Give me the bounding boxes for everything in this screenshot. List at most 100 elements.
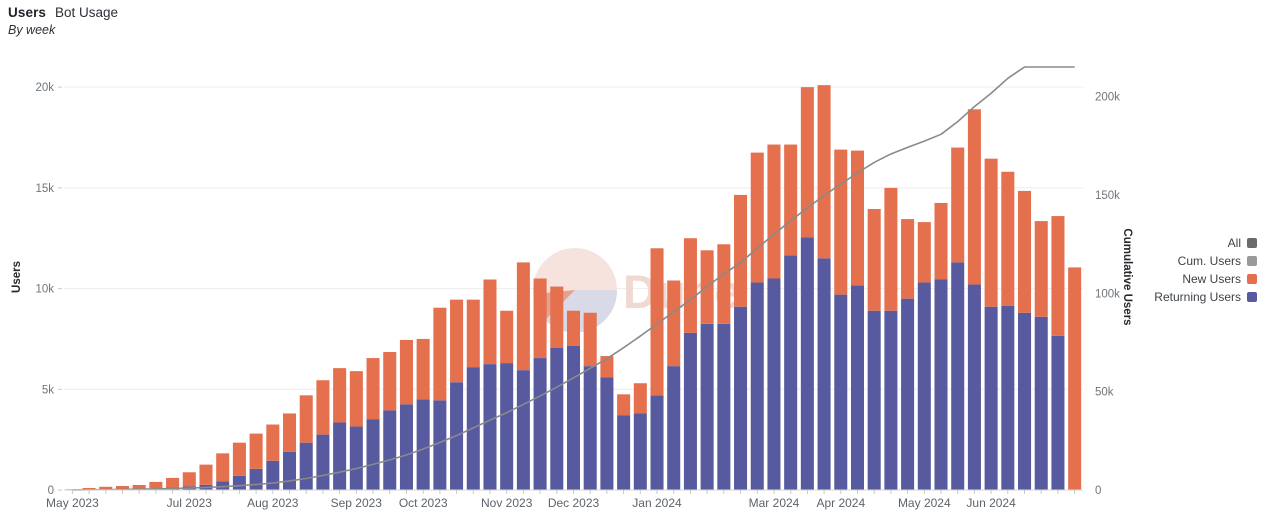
- bar-segment-returning[interactable]: [1018, 312, 1032, 490]
- bar-segment-returning[interactable]: [784, 255, 798, 490]
- bar-segment-returning[interactable]: [934, 279, 948, 490]
- bar-segment-returning[interactable]: [283, 451, 297, 490]
- bar-segment-returning[interactable]: [700, 323, 714, 490]
- bar-segment-new[interactable]: [333, 368, 347, 423]
- bar-segment-new[interactable]: [717, 244, 731, 324]
- bar-segment-returning[interactable]: [299, 442, 313, 490]
- bar-segment-new[interactable]: [917, 222, 931, 283]
- bar-segment-returning[interactable]: [984, 306, 998, 490]
- bar-segment-new[interactable]: [149, 481, 163, 489]
- bar-segment-returning[interactable]: [734, 306, 748, 490]
- bar-segment-returning[interactable]: [633, 413, 647, 490]
- bar-segment-new[interactable]: [867, 209, 881, 311]
- bar-segment-new[interactable]: [466, 299, 480, 368]
- bar-segment-new[interactable]: [984, 158, 998, 307]
- bar-segment-new[interactable]: [366, 358, 380, 420]
- bar-segment-returning[interactable]: [817, 258, 831, 490]
- bar-segment-returning[interactable]: [834, 294, 848, 490]
- bar-segment-returning[interactable]: [800, 237, 814, 490]
- bar-segment-returning[interactable]: [500, 363, 514, 490]
- bar-segment-new[interactable]: [283, 413, 297, 452]
- bar-segment-returning[interactable]: [767, 278, 781, 491]
- bar-segment-new[interactable]: [249, 433, 263, 469]
- bar-segment-new[interactable]: [1018, 190, 1032, 313]
- bar-segment-returning[interactable]: [717, 323, 731, 490]
- bar-segment-returning[interactable]: [232, 475, 246, 490]
- bar-segment-returning[interactable]: [533, 358, 547, 490]
- bar-segment-new[interactable]: [784, 144, 798, 256]
- bar-segment-returning[interactable]: [683, 332, 697, 490]
- bar-segment-returning[interactable]: [550, 347, 564, 490]
- bar-segment-returning[interactable]: [566, 345, 581, 490]
- bar-segment-new[interactable]: [1034, 221, 1048, 317]
- bar-segment-new[interactable]: [349, 371, 363, 427]
- bar-segment-new[interactable]: [734, 194, 748, 307]
- bar-segment-new[interactable]: [399, 339, 413, 405]
- bar-segment-new[interactable]: [750, 152, 764, 283]
- legend-cum-users[interactable]: Cum. Users: [1178, 254, 1257, 268]
- bar-segment-returning[interactable]: [383, 410, 397, 490]
- bar-segment-returning[interactable]: [917, 282, 931, 490]
- bar-segment-new[interactable]: [1001, 171, 1015, 306]
- bar-segment-new[interactable]: [299, 395, 313, 443]
- bar-segment-new[interactable]: [617, 394, 631, 416]
- bar-segment-new[interactable]: [583, 312, 597, 367]
- bar-segment-returning[interactable]: [266, 460, 280, 490]
- bar-segment-new[interactable]: [533, 278, 547, 359]
- bar-segment-returning[interactable]: [667, 366, 681, 490]
- bar-segment-returning[interactable]: [249, 468, 263, 490]
- bar-segment-new[interactable]: [266, 424, 280, 461]
- bar-segment-returning[interactable]: [867, 310, 881, 490]
- bar-segment-returning[interactable]: [967, 284, 981, 490]
- bar-segment-new[interactable]: [566, 310, 581, 346]
- bar-segment-new[interactable]: [901, 219, 915, 299]
- bar-segment-returning[interactable]: [399, 404, 413, 490]
- bar-segment-new[interactable]: [182, 472, 196, 487]
- bar-segment-new[interactable]: [500, 310, 514, 364]
- bar-segment-new[interactable]: [1051, 216, 1065, 336]
- bar-segment-returning[interactable]: [316, 434, 330, 490]
- bar-segment-new[interactable]: [166, 477, 180, 488]
- bar-segment-new[interactable]: [834, 149, 848, 295]
- bar-segment-new[interactable]: [516, 262, 530, 371]
- legend-all[interactable]: All: [1228, 236, 1257, 250]
- bar-segment-returning[interactable]: [483, 364, 497, 490]
- bar-segment-returning[interactable]: [750, 282, 764, 490]
- bar-segment-new[interactable]: [416, 338, 430, 400]
- bar-segment-new[interactable]: [667, 280, 681, 367]
- bar-segment-new[interactable]: [633, 383, 647, 414]
- bar-segment-returning[interactable]: [1001, 305, 1015, 490]
- bar-segment-returning[interactable]: [850, 285, 864, 490]
- bar-segment-returning[interactable]: [951, 262, 965, 490]
- bar-segment-new[interactable]: [383, 352, 397, 411]
- bar-segment-new[interactable]: [450, 299, 464, 383]
- bar-segment-returning[interactable]: [617, 415, 631, 490]
- legend-new-users[interactable]: New Users: [1182, 272, 1257, 286]
- bar-segment-returning[interactable]: [600, 377, 614, 490]
- bar-segment-new[interactable]: [951, 147, 965, 263]
- bar-segment-new[interactable]: [817, 85, 831, 259]
- bar-segment-new[interactable]: [433, 307, 447, 401]
- bar-segment-returning[interactable]: [366, 419, 380, 491]
- bar-segment-returning[interactable]: [583, 366, 597, 490]
- bar-segment-new[interactable]: [650, 248, 664, 396]
- bar-segment-returning[interactable]: [349, 426, 363, 490]
- bar-segment-new[interactable]: [800, 87, 814, 238]
- bar-segment-returning[interactable]: [516, 370, 530, 490]
- bar-segment-returning[interactable]: [884, 310, 898, 490]
- bar-segment-new[interactable]: [199, 464, 213, 485]
- bar-segment-returning[interactable]: [901, 298, 915, 490]
- bar-segment-returning[interactable]: [1034, 316, 1048, 490]
- bar-segment-new[interactable]: [216, 453, 230, 482]
- bar-segment-new[interactable]: [232, 442, 246, 476]
- bar-segment-returning[interactable]: [1051, 335, 1065, 490]
- bar-segment-new[interactable]: [934, 202, 948, 280]
- bar-segment-new[interactable]: [884, 187, 898, 311]
- bar-segment-returning[interactable]: [650, 395, 664, 490]
- bar-segment-returning[interactable]: [416, 399, 430, 490]
- bar-segment-new[interactable]: [683, 238, 697, 333]
- bar-segment-new[interactable]: [483, 279, 497, 365]
- bar-segment-returning[interactable]: [433, 400, 447, 490]
- bar-segment-returning[interactable]: [333, 422, 347, 490]
- bar-segment-new[interactable]: [316, 380, 330, 435]
